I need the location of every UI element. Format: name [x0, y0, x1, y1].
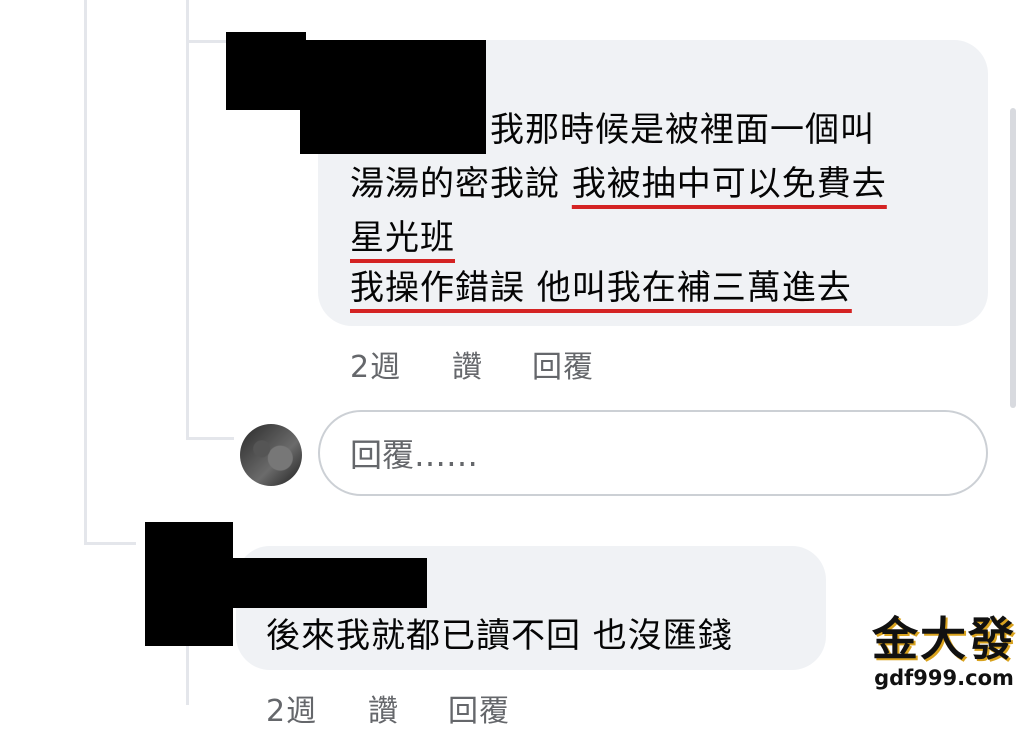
comment-actions: 2週 讚 回覆 [350, 342, 650, 385]
watermark-url: gdf999.com [874, 666, 1014, 690]
thread-line-top-curve [186, 40, 226, 43]
thread-line-inner-curve [186, 437, 234, 440]
comment-text-line: 後來我就都已讀不回 也沒匯錢 [266, 616, 733, 656]
comment-actions: 2週 讚 回覆 [266, 686, 566, 729]
thread-line-outer-curve [84, 542, 136, 545]
highlighted-text: 我被抽中可以免費去 [571, 164, 887, 204]
like-button[interactable]: 讚 [368, 686, 399, 730]
like-button[interactable]: 讚 [452, 342, 483, 386]
highlighted-text: 星光班 [350, 218, 455, 258]
watermark: 金大發 gdf999.com [866, 612, 1022, 690]
comment-text-line: 我操作錯誤 他叫我在補三萬進去 [350, 268, 852, 308]
reply-input[interactable] [348, 432, 952, 478]
thread-line-outer [84, 0, 87, 545]
redacted-avatar [145, 522, 233, 646]
reply-button[interactable]: 回覆 [532, 342, 594, 386]
reply-composer[interactable] [318, 410, 988, 496]
scrollbar[interactable] [1010, 108, 1016, 408]
comment-text-line: 我那時候是被裡面一個叫 [490, 110, 875, 150]
watermark-logo: 金大發 [872, 612, 1016, 666]
redacted-author-name [225, 558, 427, 608]
avatar [240, 424, 302, 486]
comment-text-line: 湯湯的密我說 我被抽中可以免費去 [350, 164, 887, 204]
redacted-author-name [300, 40, 486, 154]
comment-text-line: 星光班 [350, 218, 455, 258]
thread-line-inner [186, 0, 189, 440]
reply-button[interactable]: 回覆 [448, 686, 510, 730]
redacted-avatar [226, 32, 306, 110]
highlighted-text: 我操作錯誤 他叫我在補三萬進去 [350, 268, 852, 308]
timestamp[interactable]: 2週 [350, 342, 401, 386]
timestamp[interactable]: 2週 [266, 686, 317, 730]
